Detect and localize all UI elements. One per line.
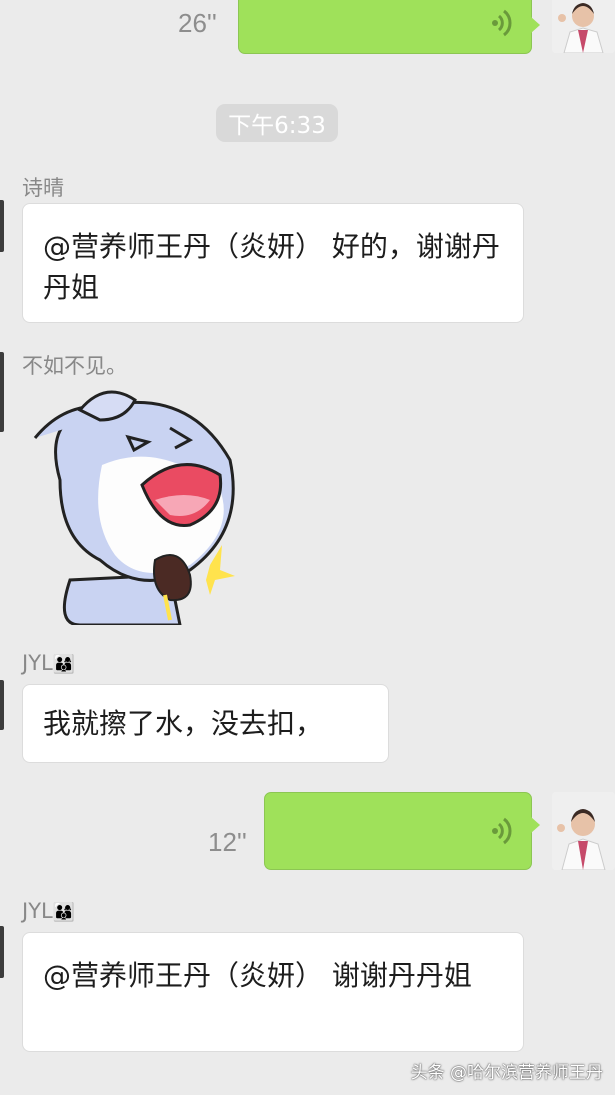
text-message-bubble[interactable]: @营养师王丹（炎妍） 好的，谢谢丹丹姐	[22, 203, 524, 323]
sticker-image[interactable]	[30, 380, 245, 627]
avatar[interactable]	[0, 680, 4, 730]
voice-message-bubble[interactable]	[264, 792, 540, 870]
voice-wave-icon	[492, 9, 512, 37]
avatar[interactable]	[0, 200, 4, 252]
message-text: 我就擦了水，没去扣，	[43, 707, 324, 740]
voice-duration: 26''	[178, 8, 217, 38]
my-avatar[interactable]	[552, 792, 615, 870]
family-emoji-icon: 👨‍👩‍👦	[52, 654, 76, 675]
sender-name: JYL👨‍👩‍👦	[22, 899, 76, 923]
voice-wave-icon	[492, 817, 512, 845]
text-message-bubble[interactable]: 我就擦了水，没去扣，	[22, 684, 389, 763]
message-text: @营养师王丹（炎妍） 好的，谢谢丹丹姐	[43, 230, 500, 304]
watermark: 头条 @哈尔滨营养师王丹	[410, 1063, 603, 1083]
avatar[interactable]	[0, 352, 4, 432]
time-stamp: 下午6:33	[216, 104, 338, 142]
sender-name: JYL👨‍👩‍👦	[22, 651, 76, 675]
family-emoji-icon: 👨‍👩‍👦	[52, 902, 76, 923]
sender-name: 不如不见。	[22, 354, 127, 378]
voice-message-bubble[interactable]	[238, 0, 540, 54]
voice-duration: 12''	[208, 827, 247, 857]
message-text: @营养师王丹（炎妍） 谢谢丹丹姐	[43, 959, 472, 992]
text-message-bubble[interactable]: @营养师王丹（炎妍） 谢谢丹丹姐	[22, 932, 524, 1052]
sender-name: 诗晴	[22, 176, 64, 200]
my-avatar[interactable]	[552, 0, 615, 53]
avatar[interactable]	[0, 926, 4, 978]
